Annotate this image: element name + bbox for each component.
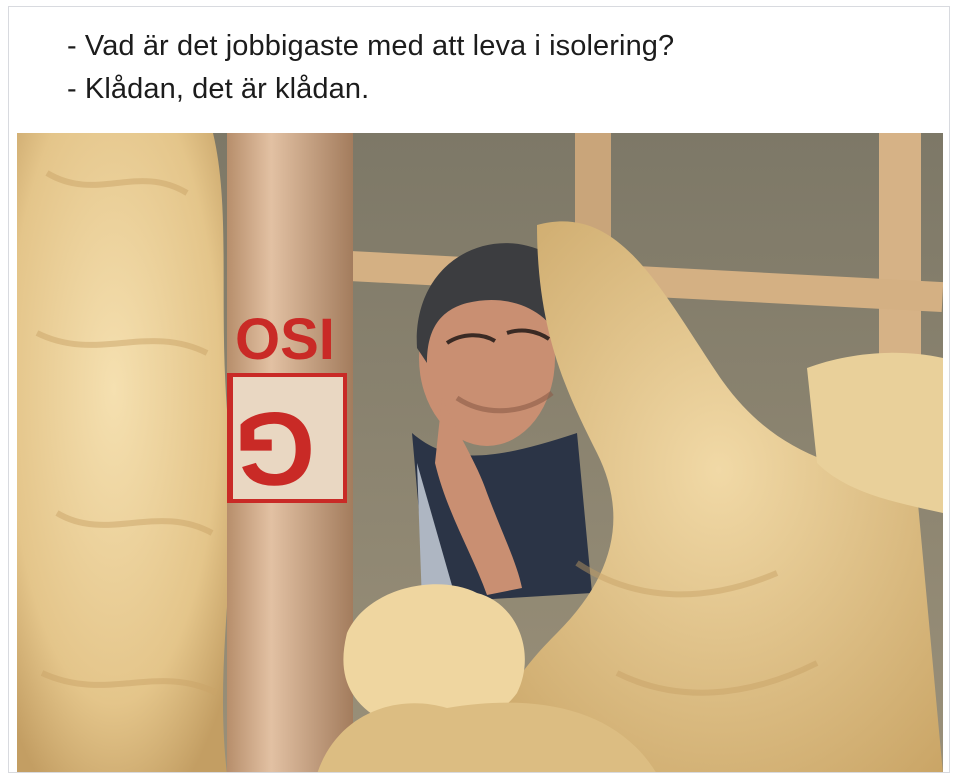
roll-label-bottom: G xyxy=(234,390,315,506)
wood-beam-vertical-right xyxy=(879,133,921,363)
caption-question: - Vad är det jobbigaste med att leva i i… xyxy=(67,30,675,62)
meme-photo: OSI G xyxy=(17,133,943,772)
roll-label-top: OSI xyxy=(235,307,335,372)
attic-insulation-scene: OSI G xyxy=(17,133,943,772)
caption-answer: - Klådan, det är klådan. xyxy=(67,73,370,105)
meme-post: - Vad är det jobbigaste med att leva i i… xyxy=(8,6,950,773)
meme-caption: - Vad är det jobbigaste med att leva i i… xyxy=(67,25,674,111)
